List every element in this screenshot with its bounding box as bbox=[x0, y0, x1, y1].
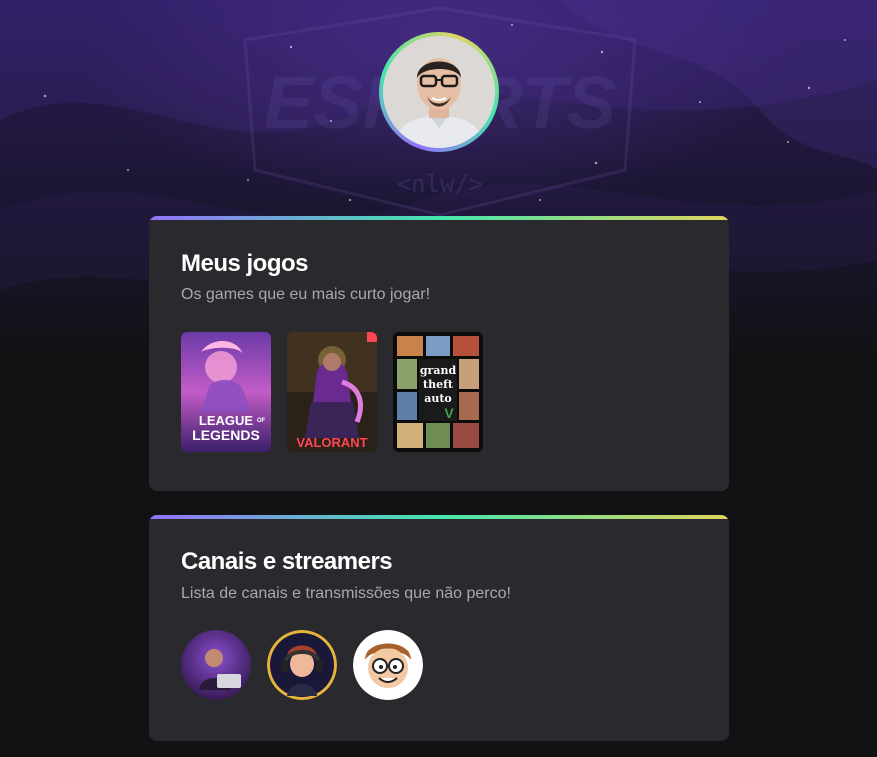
game-gta-v[interactable]: grand theft auto V bbox=[393, 332, 483, 452]
channel-avatar-2[interactable] bbox=[267, 630, 337, 700]
channels-title: Canais e streamers bbox=[181, 548, 393, 575]
hero-tag-text: <nlw/> bbox=[397, 170, 484, 198]
channel-avatar-1[interactable] bbox=[181, 630, 251, 700]
games-list: LEAGUE OF LEGENDS VALORANT grand theft a… bbox=[181, 332, 483, 452]
gta-cover-line3: auto bbox=[424, 392, 452, 405]
channels-subtitle: Lista de canais e transmissões que não p… bbox=[181, 585, 511, 602]
card-gradient-bar bbox=[149, 515, 729, 519]
gta-cover-v: V bbox=[444, 405, 454, 421]
channel-avatar-3[interactable] bbox=[353, 630, 423, 700]
game-valorant[interactable]: VALORANT bbox=[287, 332, 377, 452]
lol-cover-line1: LEAGUE bbox=[199, 413, 254, 428]
profile-photo bbox=[383, 36, 495, 148]
channels-card: Canais e streamers Lista de canais e tra… bbox=[149, 515, 729, 741]
game-league-of-legends[interactable]: LEAGUE OF LEGENDS bbox=[181, 332, 271, 452]
channels-list bbox=[181, 630, 423, 700]
profile-avatar bbox=[379, 32, 499, 152]
games-title: Meus jogos bbox=[181, 250, 309, 277]
games-subtitle: Os games que eu mais curto jogar! bbox=[181, 286, 431, 303]
lol-cover-line2: LEGENDS bbox=[192, 427, 260, 443]
valorant-cover-text: VALORANT bbox=[296, 435, 367, 450]
card-gradient-bar bbox=[149, 216, 729, 220]
gta-cover-line2: theft bbox=[423, 378, 454, 391]
lol-cover-of: OF bbox=[257, 418, 266, 424]
games-card: Meus jogos Os games que eu mais curto jo… bbox=[149, 216, 729, 491]
gta-cover-line1: grand bbox=[420, 364, 457, 377]
